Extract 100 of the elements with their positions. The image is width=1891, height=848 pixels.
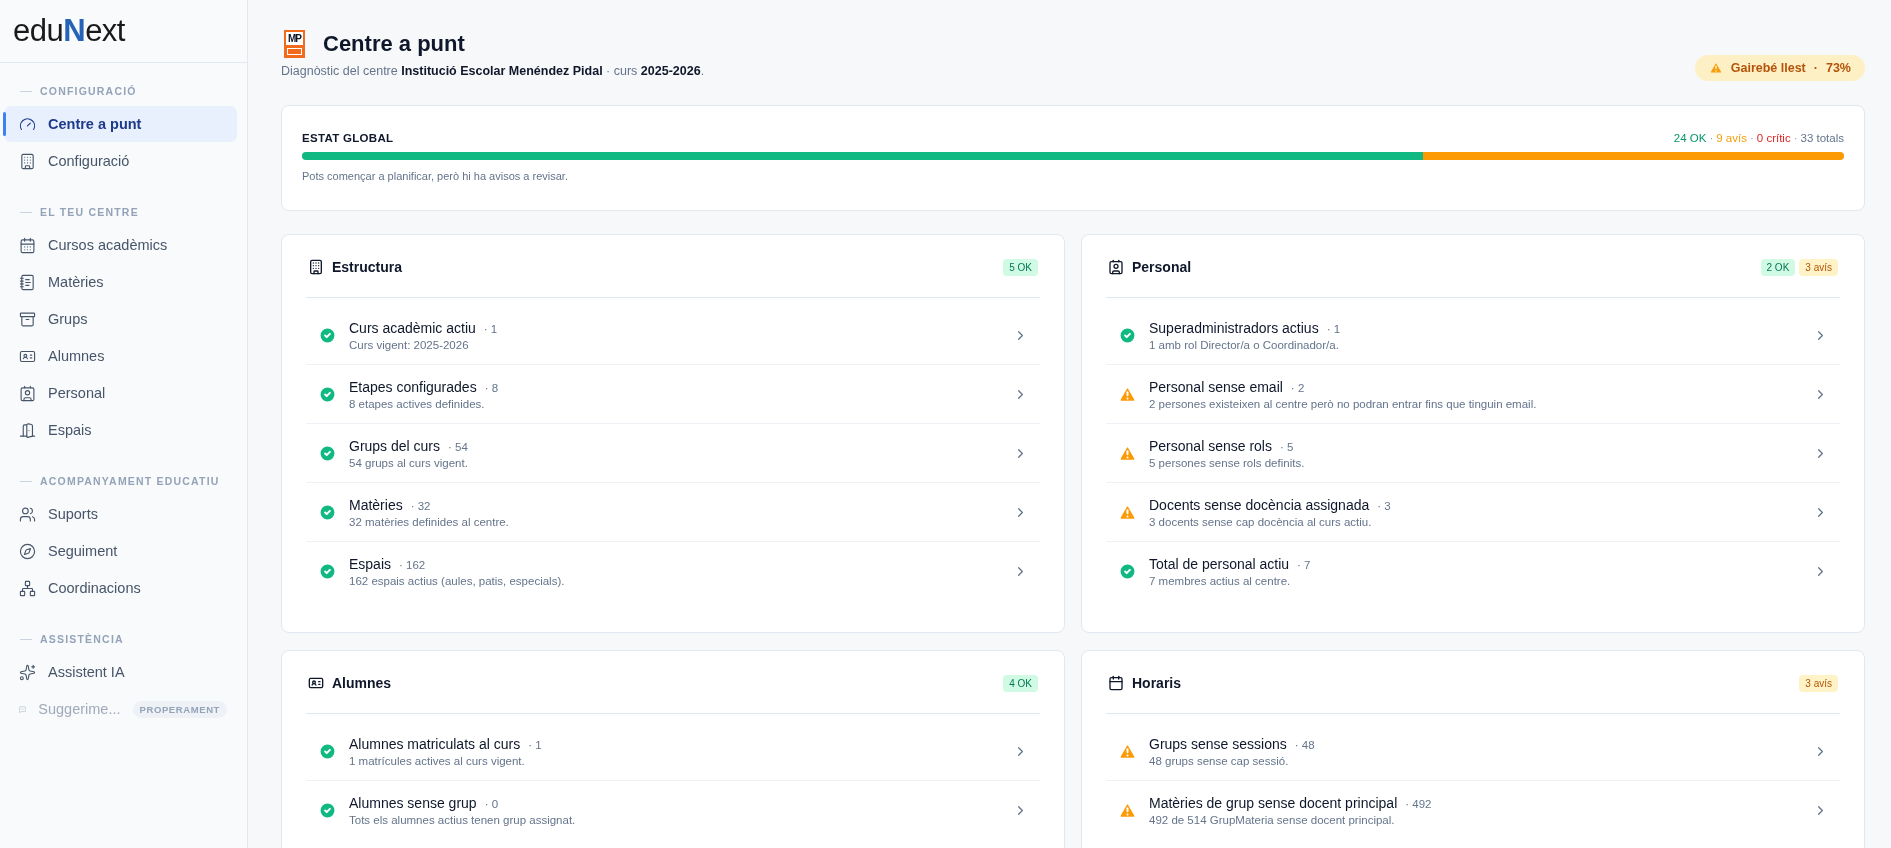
check-count: · 32 <box>410 499 431 512</box>
card-title: Estructura <box>332 259 403 275</box>
coming-soon-tag: PROPERAMENT <box>132 700 227 718</box>
check-count: · 7 <box>1297 558 1311 571</box>
section-title: EL TEU CENTRE <box>40 206 139 218</box>
check-row[interactable]: Matèries · 32 32 matèries definides al centre. <box>306 483 1040 542</box>
check-detail: Tots els alumnes actius tenen grup assignat. <box>349 813 577 826</box>
card-icon <box>308 675 324 691</box>
check-circle-icon <box>318 384 337 404</box>
check-count: · 5 <box>1279 440 1294 453</box>
status-message: Pots començar a planificar, però hi ha avisos a revisar. <box>302 170 569 182</box>
count-badge: 2 OK <box>1760 258 1796 276</box>
check-title: Curs acadèmic actiu <box>349 319 476 336</box>
check-circle-icon <box>318 502 337 522</box>
check-title: Docents sense docència assignada <box>1149 496 1370 513</box>
card-icon <box>308 259 324 275</box>
check-row[interactable]: Personal sense rols · 5 5 persones sense rols definits. <box>1106 424 1840 483</box>
check-detail: 5 persones sense rols definits. <box>1149 456 1306 469</box>
nav-item[interactable]: Espais <box>4 412 237 448</box>
check-detail: 8 etapes actives definides. <box>349 397 486 410</box>
nav-item[interactable]: Assistent IA <box>4 654 237 690</box>
check-circle-icon <box>318 325 337 345</box>
check-circle-icon <box>318 800 337 820</box>
nav-icon <box>19 663 36 681</box>
nav-item[interactable]: Matèries <box>4 264 237 300</box>
nav-item[interactable]: Grups <box>4 301 237 337</box>
check-row[interactable]: Total de personal actiu · 7 7 membres actius al centre. <box>1106 542 1840 600</box>
check-detail: 162 espais actius (aules, patis, especials). <box>349 574 566 587</box>
check-title: Espais <box>349 555 392 572</box>
count-badge: 3 avís <box>1799 674 1838 692</box>
nav-item[interactable]: Coordinacions <box>4 570 237 606</box>
check-count: · 1 <box>528 738 542 751</box>
nav-item[interactable]: Cursos acadèmics <box>4 227 237 263</box>
check-title: Alumnes matriculats al curs <box>349 735 521 752</box>
nav-icon <box>19 421 36 439</box>
check-detail: 54 grups al curs vigent. <box>349 456 469 469</box>
nav-icon <box>19 152 36 170</box>
school-logo: MP <box>284 30 305 58</box>
check-circle-icon <box>318 443 337 463</box>
nav-icon <box>19 115 36 133</box>
check-title: Grups sense sessions <box>1149 735 1287 752</box>
status-badge: Gairebé llest · 73% <box>1694 55 1865 81</box>
nav-item[interactable]: Personal <box>4 375 237 411</box>
nav-icon <box>19 273 36 291</box>
check-row[interactable]: Alumnes sense grup · 0 Tots els alumnes actius tenen grup assignat. <box>306 781 1040 839</box>
check-detail: 3 docents sense cap docència al curs actiu. <box>1149 515 1373 528</box>
check-detail: 32 matèries definides al centre. <box>349 515 510 528</box>
nav-item[interactable]: Configuració <box>4 143 237 179</box>
check-detail: Curs vigent: 2025-2026 <box>349 338 470 351</box>
check-count: · 1 <box>1326 322 1341 335</box>
count-badge: 3 avís <box>1799 258 1838 276</box>
check-title: Etapes configurades <box>349 378 477 395</box>
check-detail: 1 amb rol Director/a o Coordinador/a. <box>1149 338 1340 351</box>
check-count: · 8 <box>484 381 499 394</box>
check-title: Superadministradors actius <box>1149 319 1319 336</box>
check-title: Matèries <box>349 496 403 513</box>
nav-icon <box>19 310 36 328</box>
check-count: · 162 <box>399 558 426 571</box>
nav-icon <box>19 542 36 560</box>
check-row[interactable]: Matèries de grup sense docent principal · 492 492 de 514 GrupMateria sense docent principal. <box>1106 781 1840 839</box>
page-title: Centre a punt <box>323 31 465 57</box>
check-row[interactable]: Curs acadèmic actiu · 1 Curs vigent: 2025-2026 <box>306 306 1040 365</box>
check-row[interactable]: Grups sense sessions · 48 48 grups sense cap sessió. <box>1106 722 1840 781</box>
check-circle-icon <box>318 561 337 581</box>
status-counts: 24 OK · 9 avís · 0 crític · 33 totals <box>1673 132 1844 144</box>
check-count: · 0 <box>484 797 499 810</box>
check-row[interactable]: Personal sense email · 2 2 persones existeixen al centre però no podran entrar fins que tinguin email. <box>1106 365 1840 424</box>
nav-item[interactable]: Suports <box>4 496 237 532</box>
check-detail: 1 matrícules actives al curs vigent. <box>349 754 526 767</box>
page-subtitle: Diagnòstic del centre Institució Escolar Menéndez Pidal · curs 2025-2026. <box>281 64 705 78</box>
check-title: Alumnes sense grup <box>349 794 477 811</box>
check-circle-icon <box>1118 325 1137 345</box>
check-count: · 2 <box>1290 381 1305 394</box>
nav-item[interactable]: Centre a punt <box>4 106 237 142</box>
count-badge: 4 OK <box>1003 674 1038 692</box>
check-count: · 54 <box>448 440 468 453</box>
card-title: Horaris <box>1132 675 1182 691</box>
count-badge: 5 OK <box>1003 258 1038 276</box>
check-row[interactable]: Superadministradors actius · 1 1 amb rol Director/a o Coordinador/a. <box>1106 306 1840 365</box>
check-count: · 492 <box>1405 797 1432 810</box>
check-title: Personal sense rols <box>1149 437 1272 454</box>
nav-item[interactable]: Alumnes <box>4 338 237 374</box>
check-row[interactable]: Docents sense docència assignada · 3 3 docents sense cap docència al curs actiu. <box>1106 483 1840 542</box>
nav-icon <box>19 384 36 402</box>
check-detail: 492 de 514 GrupMateria sense docent principal. <box>1149 813 1396 826</box>
check-row[interactable]: Etapes configurades · 8 8 etapes actives definides. <box>306 365 1040 424</box>
check-title: Matèries de grup sense docent principal <box>1149 794 1398 811</box>
section-title: ASSISTÈNCIA <box>40 633 124 645</box>
check-count: · 1 <box>483 322 498 335</box>
check-row[interactable]: Espais · 162 162 espais actius (aules, patis, especials). <box>306 542 1040 600</box>
check-circle-icon <box>318 741 337 761</box>
check-row[interactable]: Grups del curs · 54 54 grups al curs vigent. <box>306 424 1040 483</box>
nav-item[interactable]: Seguiment <box>4 533 237 569</box>
check-detail: 2 persones existeixen al centre però no podran entrar fins que tinguin email. <box>1149 397 1538 410</box>
card-title: Alumnes <box>332 675 392 691</box>
check-circle-icon <box>1118 561 1137 581</box>
check-row[interactable]: Alumnes matriculats al curs · 1 1 matrícules actives al curs vigent. <box>306 722 1040 781</box>
nav-icon <box>19 505 36 523</box>
card-icon <box>1108 259 1124 275</box>
check-title: Personal sense email <box>1149 378 1283 395</box>
